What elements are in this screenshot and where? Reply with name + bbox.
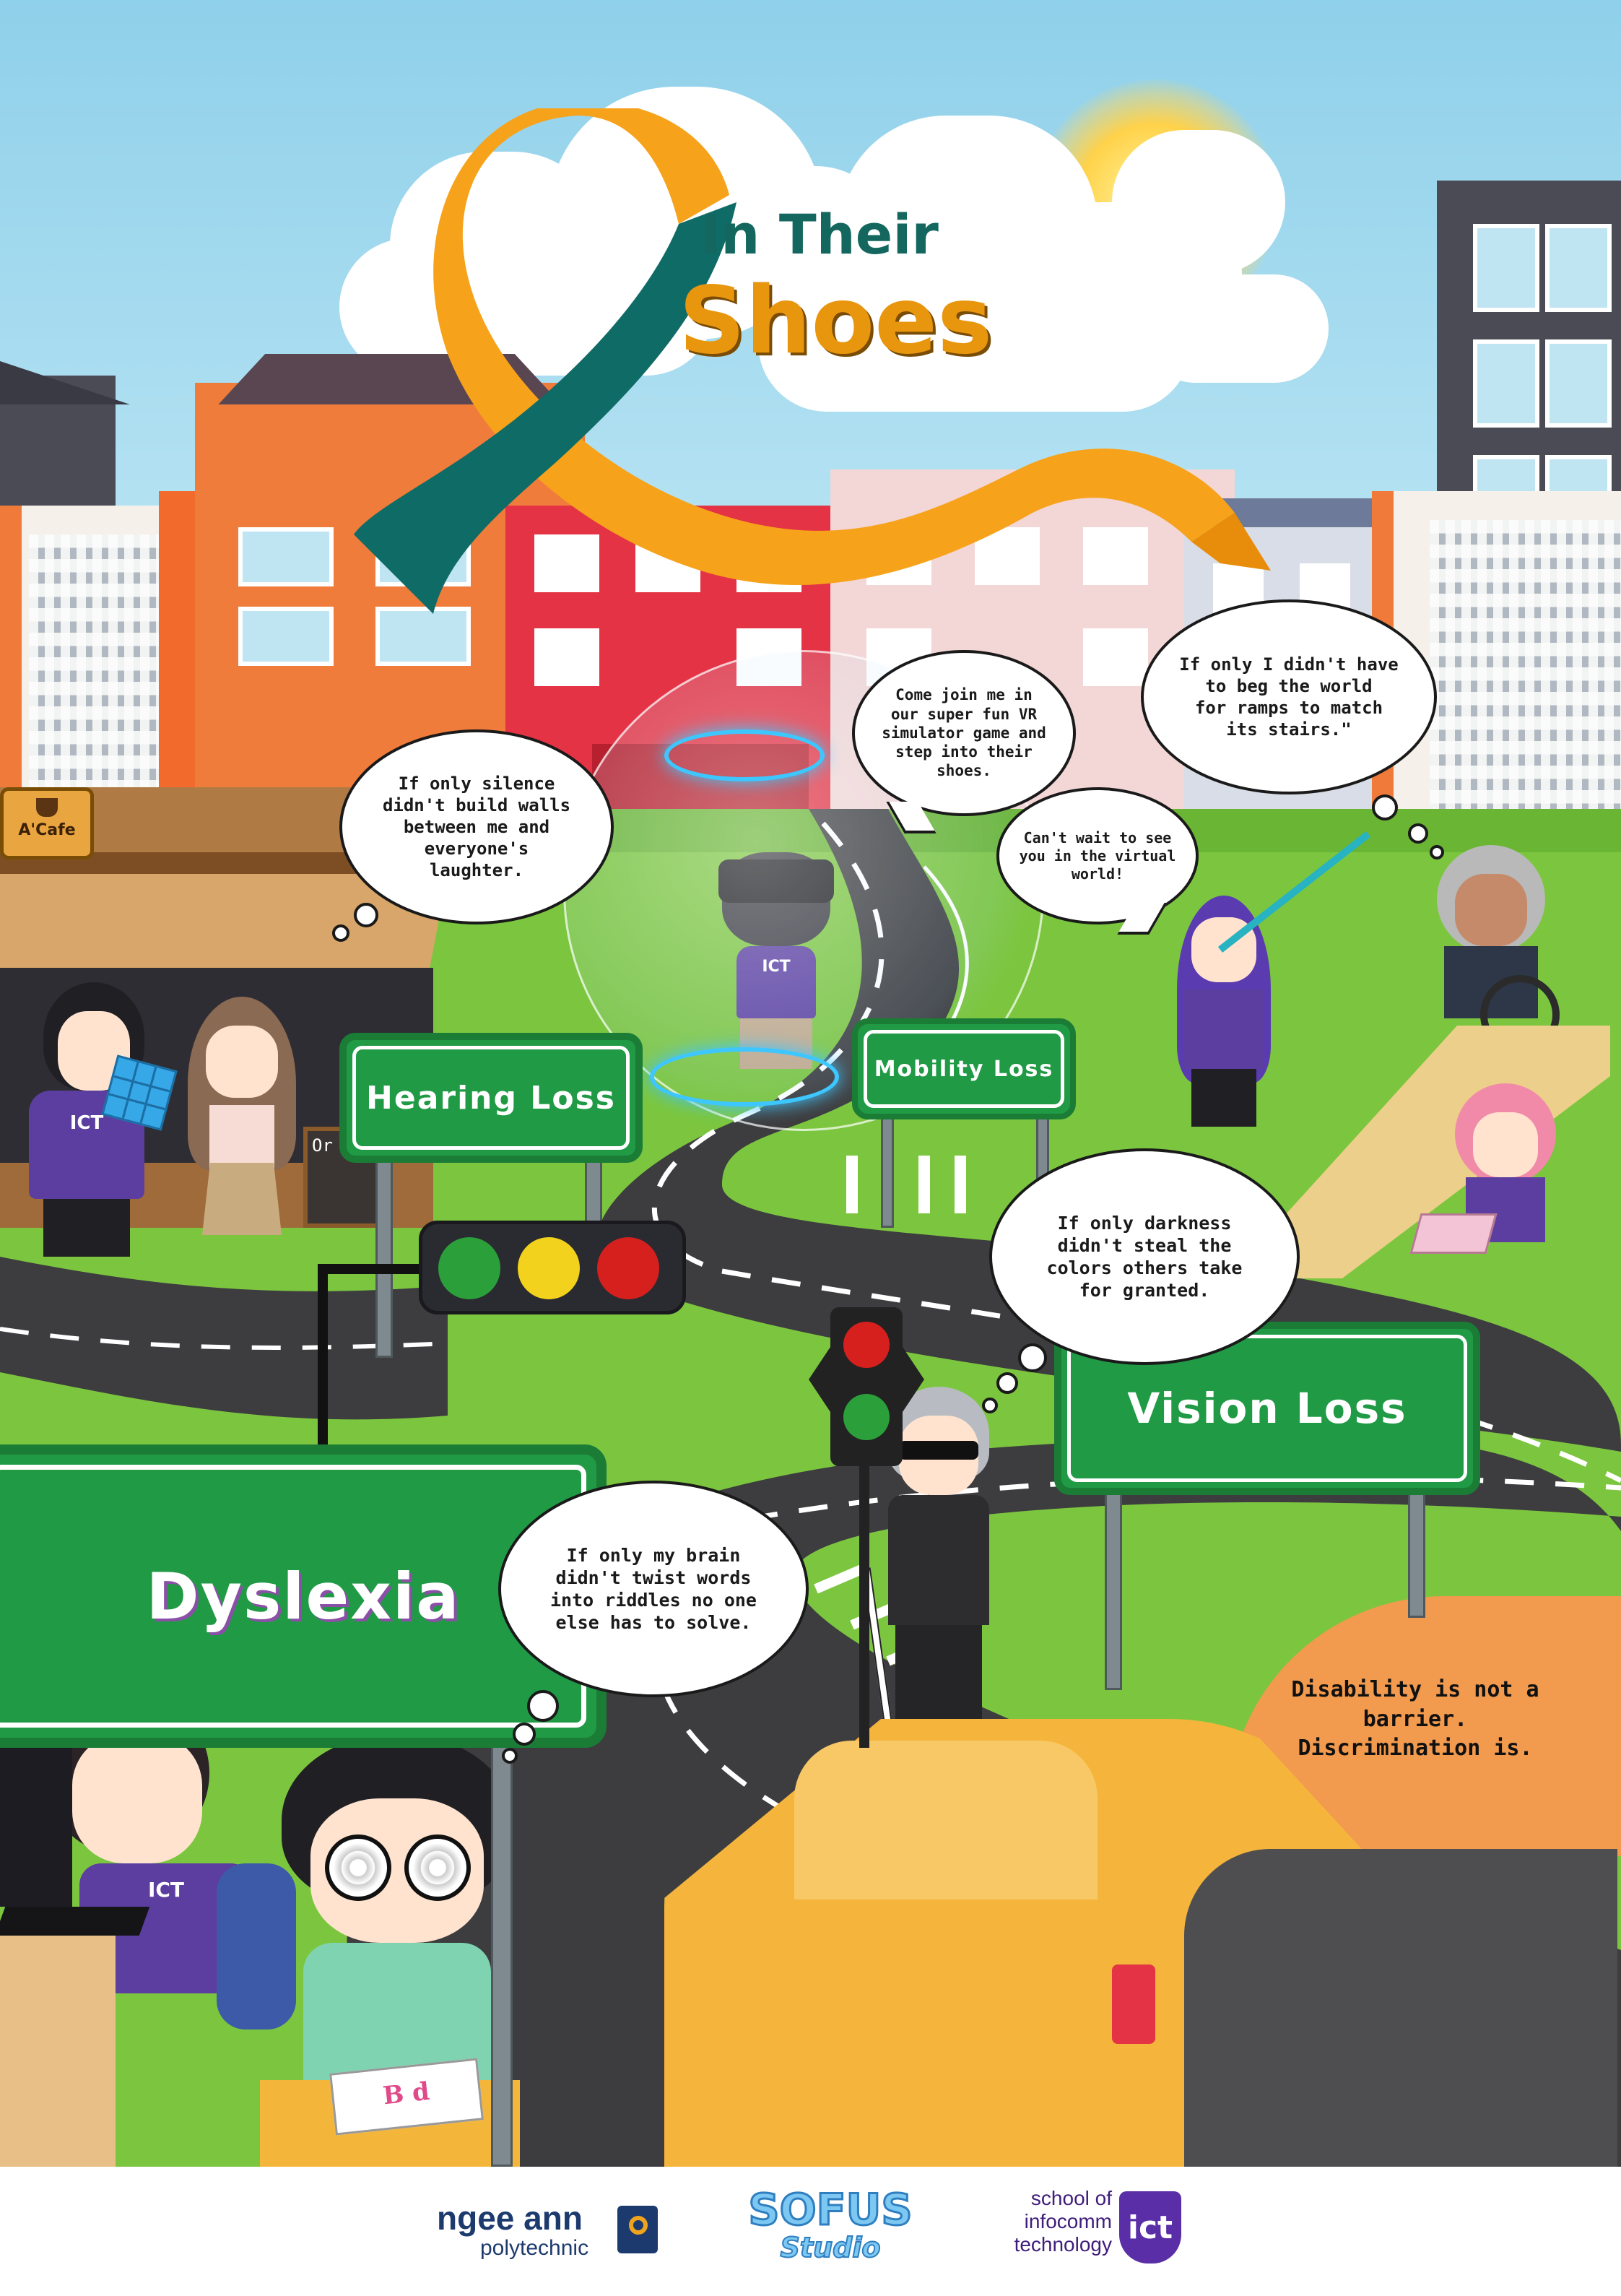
pedestrian-signal-pole <box>859 1459 869 1748</box>
ngee-ann-name: ngee ann <box>437 2199 583 2237</box>
thought-dot <box>1408 823 1428 844</box>
ngee-ann-logo: ngee ann polytechnic <box>437 2198 661 2263</box>
sign-dyslexia-text: Dyslexia <box>146 1559 461 1634</box>
ict-line-3: technology <box>1014 2233 1112 2256</box>
thought-dot <box>502 1748 518 1764</box>
yellow-light <box>518 1237 580 1299</box>
pedestrian-green-icon <box>843 1394 890 1440</box>
sign-pole <box>881 1112 894 1228</box>
keyboard-icon <box>0 1907 150 1936</box>
bubble-vision: If only darkness didn't steal the colors… <box>989 1148 1300 1365</box>
ngee-ann-emblem-icon <box>617 2206 658 2253</box>
slogan-line-1: Disability is not a barrier. <box>1291 1677 1539 1732</box>
sofus-line-1: SOFUS <box>747 2185 913 2235</box>
car-tire <box>1184 1849 1617 2167</box>
ngee-ann-sub: polytechnic <box>480 2236 589 2260</box>
character-dyslexia-boy <box>267 1733 527 2109</box>
sign-mobility-loss-text: Mobility Loss <box>874 1056 1054 1082</box>
thought-dot <box>354 903 378 927</box>
character-purple-hair-girl <box>1170 896 1278 1134</box>
bubble-mobility: If only I didn't have to beg the world f… <box>1141 599 1437 794</box>
bubble-vr-invite-text: Come join me in our super fun VR simulat… <box>882 686 1046 780</box>
sign-pole <box>1408 1488 1425 1618</box>
bubble-hearing: If only silence didn't build walls betwe… <box>339 729 614 924</box>
bubble-virtual-world: Can't wait to see you in the virtual wor… <box>996 787 1199 924</box>
green-light <box>438 1237 500 1299</box>
pedestrian-signal <box>830 1307 903 1466</box>
ict-line-1: school of <box>1030 2187 1112 2209</box>
sign-hearing-loss-text: Hearing Loss <box>366 1079 616 1117</box>
sofus-studio-logo: SOFUS Studio <box>736 2188 924 2275</box>
traffic-light <box>419 1221 686 1314</box>
bubble-vision-text: If only darkness didn't steal the colors… <box>1046 1212 1243 1301</box>
thought-dot <box>996 1372 1018 1394</box>
thought-dot <box>332 924 349 942</box>
office-desk <box>0 1936 116 2167</box>
thought-dot <box>982 1398 998 1413</box>
thought-dot <box>513 1723 536 1746</box>
thought-dot <box>527 1690 559 1722</box>
title-line-1: In Their <box>700 202 939 267</box>
bubble-hearing-text: If only silence didn't build walls betwe… <box>382 774 571 880</box>
laptop-icon <box>1409 1213 1498 1254</box>
sign-pole <box>1105 1488 1122 1690</box>
ict-school-logo: school of infocomm technology ict <box>1000 2187 1188 2281</box>
slogan: Disability is not a barrier. Discriminat… <box>1242 1676 1589 1764</box>
thought-dot <box>1372 794 1398 820</box>
sofus-line-2: Studio <box>780 2231 882 2264</box>
ict-badge-text: ict <box>1127 2209 1173 2246</box>
bubble-vr-invite: Come join me in our super fun VR simulat… <box>852 650 1076 816</box>
slogan-line-2: Discrimination is. <box>1298 1736 1533 1761</box>
title-line-2: Shoes <box>679 267 993 375</box>
sign-vision-loss-text: Vision Loss <box>1127 1384 1407 1433</box>
footer: ngee ann polytechnic SOFUS Studio school… <box>0 2167 1621 2296</box>
cafe-sign-text: A'Cafe <box>18 821 76 839</box>
thought-dot <box>1430 845 1444 859</box>
traffic-light-arm <box>318 1264 426 1274</box>
sign-hearing-loss: Hearing Loss <box>339 1033 643 1163</box>
ict-badge-icon: ict <box>1119 2191 1181 2263</box>
ict-line-2: infocomm <box>1024 2210 1112 2233</box>
pedestrian-red-icon <box>843 1322 890 1368</box>
bubble-dyslexia-text: If only my brain didn't twist words into… <box>550 1544 757 1634</box>
red-light <box>597 1237 659 1299</box>
poster-scene: In Their Shoes A'Cafe Or ICT ICT <box>0 0 1621 2167</box>
bubble-mobility-text: If only I didn't have to beg the world f… <box>1179 654 1399 740</box>
character-hearing-girl <box>181 997 303 1257</box>
sign-pole <box>375 1156 393 1358</box>
office-chair <box>217 1863 296 2029</box>
cafe-sign: A'Cafe <box>0 787 94 859</box>
sign-mobility-loss: Mobility Loss <box>852 1018 1076 1119</box>
bubble-virtual-world-text: Can't wait to see you in the virtual wor… <box>1019 828 1176 883</box>
book-letters: B d <box>381 2076 431 2111</box>
thought-dot <box>1018 1343 1047 1372</box>
sign-pole <box>491 1733 513 2167</box>
coffee-cup-icon <box>36 798 58 817</box>
bubble-dyslexia: If only my brain didn't twist words into… <box>498 1481 809 1697</box>
